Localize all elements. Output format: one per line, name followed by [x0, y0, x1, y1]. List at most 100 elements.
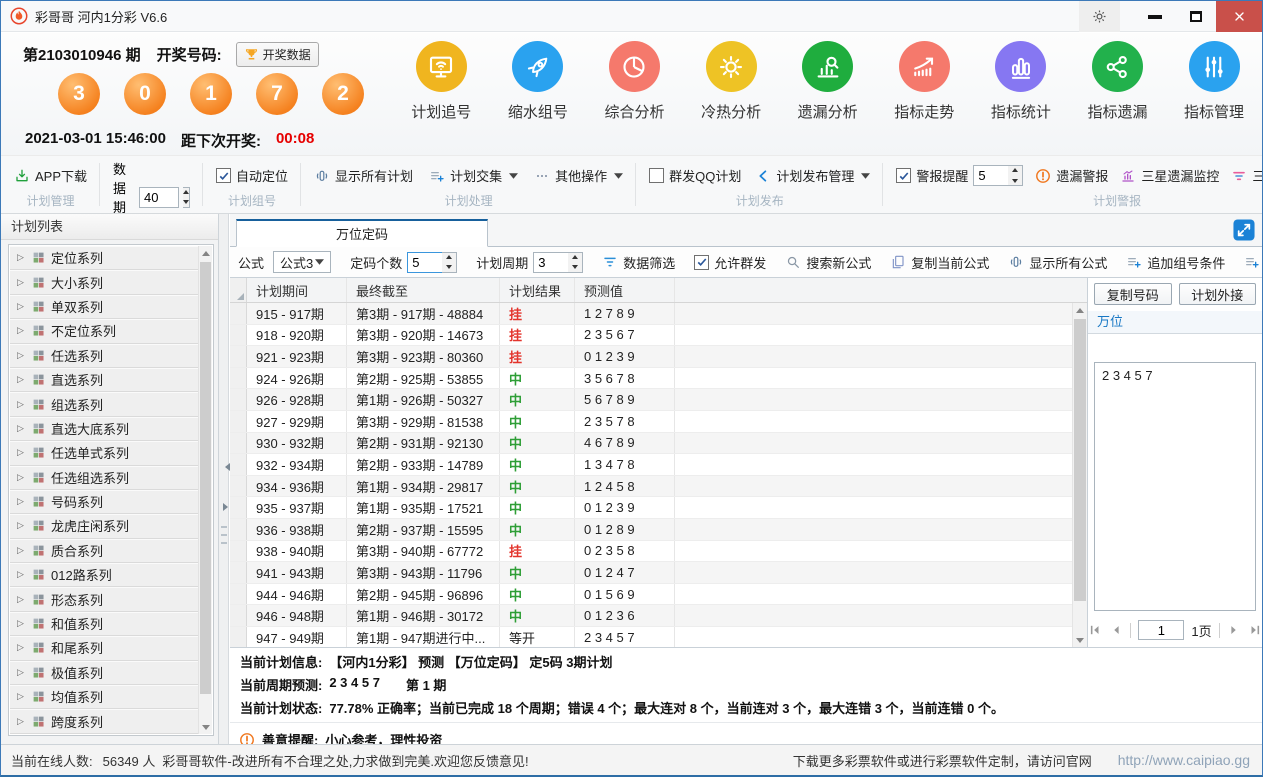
tree-expand-icon[interactable]: ▷	[17, 399, 26, 410]
tree-expand-icon[interactable]: ▷	[17, 301, 26, 312]
scroll-up-icon[interactable]	[199, 246, 212, 260]
tree-expand-icon[interactable]: ▷	[17, 618, 26, 629]
alert-value-input[interactable]	[973, 165, 1009, 186]
sidebar-item[interactable]: ▷任选单式系列	[10, 441, 198, 465]
allow-broadcast-checkbox-item[interactable]: 允许群发	[694, 253, 766, 272]
data-filter-button[interactable]: 数据筛选	[602, 253, 675, 272]
table-scrollbar[interactable]	[1072, 303, 1087, 647]
auto-position-checkbox-item[interactable]: 自动定位	[216, 166, 288, 185]
table-row[interactable]: 941 - 943期第3期 - 943期 - 11796中0 1 2 4 7	[230, 562, 1072, 584]
expand-view-icon[interactable]	[1233, 219, 1255, 241]
sidebar-item[interactable]: ▷单双系列	[10, 295, 198, 319]
copy-formula-button[interactable]: 复制当前公式	[890, 253, 989, 272]
sidebar-splitter[interactable]	[219, 214, 229, 744]
column-header-prediction[interactable]: 预测值	[575, 278, 675, 302]
checkbox-checked-icon[interactable]	[896, 168, 911, 183]
table-row[interactable]: 926 - 928期第1期 - 926期 - 50327中5 6 7 8 9	[230, 389, 1072, 411]
sidebar-scrollbar[interactable]	[198, 246, 212, 734]
scroll-down-icon[interactable]	[199, 720, 212, 734]
scrollbar-thumb[interactable]	[200, 262, 211, 694]
position-tab-wanwei[interactable]: 万位	[1088, 311, 1262, 334]
app-download-button[interactable]: APP下载	[14, 166, 87, 185]
page-last-icon[interactable]	[1248, 623, 1262, 637]
other-operations-dropdown[interactable]: 其他操作	[534, 166, 623, 185]
table-row[interactable]: 918 - 920期第3期 - 920期 - 14673挂2 3 5 6 7	[230, 325, 1072, 347]
digit-count-spinner[interactable]	[442, 252, 457, 273]
app-button-hot-cold-analysis[interactable]: 冷热分析	[683, 41, 780, 122]
tree-expand-icon[interactable]: ▷	[17, 594, 26, 605]
scroll-up-icon[interactable]	[1073, 303, 1087, 317]
sidebar-item[interactable]: ▷直选系列	[10, 368, 198, 392]
scrollbar-thumb[interactable]	[1074, 319, 1086, 601]
overwrite-condition-button[interactable]: 覆盖组号条件	[1244, 253, 1263, 272]
sidebar-item[interactable]: ▷不定位系列	[10, 319, 198, 343]
tree-expand-icon[interactable]: ▷	[17, 350, 26, 361]
sidebar-item[interactable]: ▷直选大底系列	[10, 417, 198, 441]
table-row[interactable]: 930 - 932期第2期 - 931期 - 92130中4 6 7 8 9	[230, 433, 1072, 455]
show-all-formula-button[interactable]: 显示所有公式	[1008, 253, 1107, 272]
qq-broadcast-checkbox-item[interactable]: 群发QQ计划	[649, 166, 741, 185]
table-row[interactable]: 935 - 937期第1期 - 935期 - 17521中0 1 2 3 9	[230, 497, 1072, 519]
sidebar-item[interactable]: ▷质合系列	[10, 539, 198, 563]
page-prev-icon[interactable]	[1109, 623, 1123, 637]
draw-data-button[interactable]: 开奖数据	[236, 42, 319, 67]
website-url-link[interactable]: http://www.caipiao.gg	[1118, 752, 1250, 768]
sidebar-item[interactable]: ▷和值系列	[10, 612, 198, 636]
maximize-button[interactable]	[1175, 1, 1216, 32]
tree-expand-icon[interactable]: ▷	[17, 325, 26, 336]
page-number-input[interactable]	[1138, 620, 1184, 640]
collapse-left-icon[interactable]	[221, 463, 230, 471]
app-button-plan-chase[interactable]: 计划追号	[393, 41, 490, 122]
sidebar-item[interactable]: ▷大小系列	[10, 270, 198, 294]
column-header-period[interactable]: 计划期间	[247, 278, 347, 302]
tree-expand-icon[interactable]: ▷	[17, 496, 26, 507]
column-header-result[interactable]: 计划结果	[500, 278, 575, 302]
checkbox-checked-icon[interactable]	[694, 255, 709, 270]
sidebar-item[interactable]: ▷均值系列	[10, 685, 198, 709]
prediction-numbers-box[interactable]: 2 3 4 5 7	[1094, 362, 1256, 611]
sidebar-item[interactable]: ▷极值系列	[10, 661, 198, 685]
settings-gear-icon[interactable]	[1079, 1, 1120, 32]
close-button[interactable]	[1216, 1, 1262, 32]
sidebar-item[interactable]: ▷定位系列	[10, 246, 198, 270]
column-header-final[interactable]: 最终截至	[347, 278, 500, 302]
alert-value-spinner[interactable]	[1008, 165, 1023, 186]
append-condition-button[interactable]: 追加组号条件	[1126, 253, 1225, 272]
show-all-plans-button[interactable]: 显示所有计划	[314, 166, 413, 185]
sidebar-item[interactable]: ▷012路系列	[10, 563, 198, 587]
sidebar-item[interactable]: ▷形态系列	[10, 587, 198, 611]
table-row[interactable]: 924 - 926期第2期 - 925期 - 53855中3 5 6 7 8	[230, 368, 1072, 390]
app-button-miss-analysis[interactable]: 遗漏分析	[779, 41, 876, 122]
plan-publish-mgmt-dropdown[interactable]: 计划发布管理	[755, 166, 870, 185]
sidebar-item[interactable]: ▷号码系列	[10, 490, 198, 514]
sidebar-item[interactable]: ▷组选系列	[10, 392, 198, 416]
tree-expand-icon[interactable]: ▷	[17, 642, 26, 653]
miss-alert-button[interactable]: 遗漏警报	[1035, 166, 1108, 185]
tree-expand-icon[interactable]: ▷	[17, 569, 26, 580]
sidebar-item[interactable]: ▷任选组选系列	[10, 466, 198, 490]
tree-expand-icon[interactable]: ▷	[17, 447, 26, 458]
plan-intersect-dropdown[interactable]: 计划交集	[429, 166, 518, 185]
table-row[interactable]: 938 - 940期第3期 - 940期 - 67772挂0 2 3 5 8	[230, 541, 1072, 563]
checkbox-unchecked-icon[interactable]	[649, 168, 664, 183]
tree-expand-icon[interactable]: ▷	[17, 691, 26, 702]
formula-select[interactable]: 公式3	[273, 251, 331, 273]
cycle-input[interactable]	[533, 252, 569, 273]
app-button-shrink-group[interactable]: 缩水组号	[490, 41, 587, 122]
app-button-comprehensive-analysis[interactable]: 综合分析	[586, 41, 683, 122]
tree-expand-icon[interactable]: ▷	[17, 423, 26, 434]
tree-expand-icon[interactable]: ▷	[17, 716, 26, 727]
alert-remind-checkbox-item[interactable]: 警报提醒	[896, 166, 968, 185]
tree-expand-icon[interactable]: ▷	[17, 277, 26, 288]
table-row[interactable]: 947 - 949期第1期 - 947期进行中...等开2 3 4 5 7	[230, 627, 1072, 647]
tree-expand-icon[interactable]: ▷	[17, 667, 26, 678]
tree-expand-icon[interactable]: ▷	[17, 472, 26, 483]
tree-expand-icon[interactable]: ▷	[17, 545, 26, 556]
table-row[interactable]: 932 - 934期第2期 - 933期 - 14789中1 3 4 7 8	[230, 454, 1072, 476]
minimize-button[interactable]	[1134, 1, 1175, 32]
sidebar-item[interactable]: ▷龙虎庄闲系列	[10, 514, 198, 538]
app-button-indicator-manage[interactable]: 指标管理	[1166, 41, 1263, 122]
tab-wanwei-dingma[interactable]: 万位定码	[236, 219, 488, 247]
table-row[interactable]: 915 - 917期第3期 - 917期 - 48884挂1 2 7 8 9	[230, 303, 1072, 325]
sidebar-item[interactable]: ▷和尾系列	[10, 636, 198, 660]
